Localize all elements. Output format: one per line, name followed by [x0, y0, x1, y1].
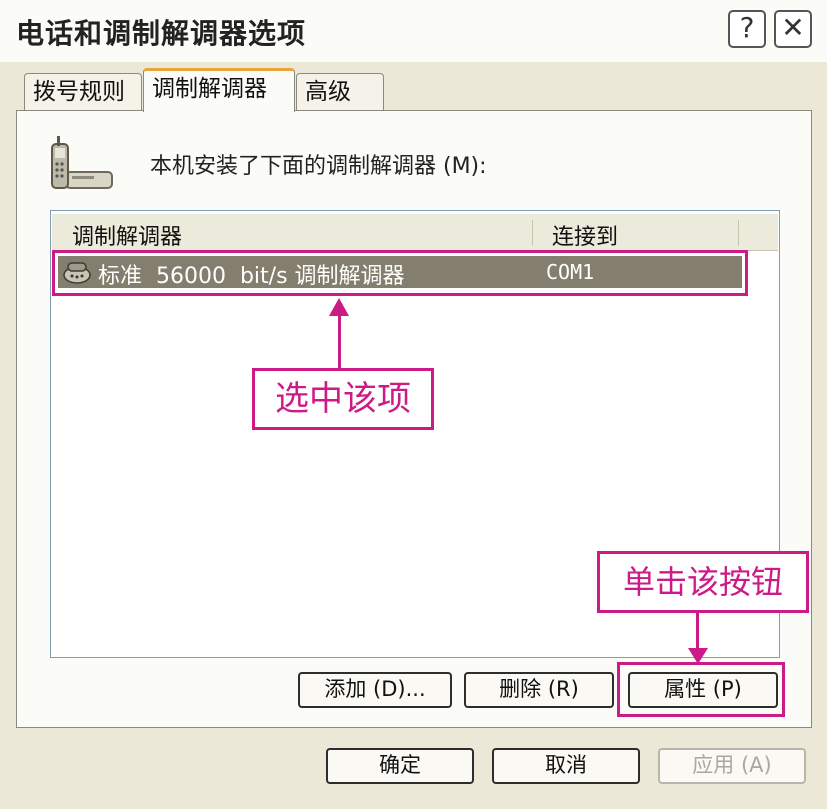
column-divider[interactable] [532, 220, 533, 246]
annotation-arrow [338, 312, 341, 370]
column-header-port[interactable]: 连接到 [552, 219, 618, 251]
annotation-highlight-button [617, 662, 785, 717]
window-title: 电话和调制解调器选项 [16, 17, 307, 50]
annotation-arrow-head [329, 298, 349, 316]
annotation-arrow [696, 613, 699, 651]
help-button[interactable]: ? [728, 10, 766, 48]
tab-dialing-rules[interactable]: 拨号规则 [24, 73, 142, 111]
ok-button[interactable]: 确定 [326, 748, 474, 784]
column-header-modem[interactable]: 调制解调器 [72, 219, 182, 251]
remove-button[interactable]: 删除 (R) [464, 672, 614, 708]
phone-modem-icon [51, 136, 113, 189]
modem-list-label: 本机安装了下面的调制解调器 (M): [150, 154, 487, 179]
tab-modems[interactable]: 调制解调器 [143, 68, 295, 112]
title-bar[interactable]: 电话和调制解调器选项 ? ✕ [0, 0, 827, 62]
annotation-select-item: 选中该项 [252, 368, 434, 430]
dialog-window: 电话和调制解调器选项 ? ✕ 拨号规则 调制解调器 高级 本机安装了下面的调制解… [0, 0, 827, 809]
tab-advanced[interactable]: 高级 [296, 73, 384, 111]
cancel-button[interactable]: 取消 [492, 748, 640, 784]
close-button[interactable]: ✕ [774, 10, 812, 48]
column-divider[interactable] [738, 220, 739, 246]
annotation-click-button: 单击该按钮 [597, 551, 809, 613]
add-button[interactable]: 添加 (D)... [298, 672, 452, 708]
apply-button[interactable]: 应用 (A) [658, 748, 806, 784]
annotation-highlight-row [52, 250, 748, 296]
